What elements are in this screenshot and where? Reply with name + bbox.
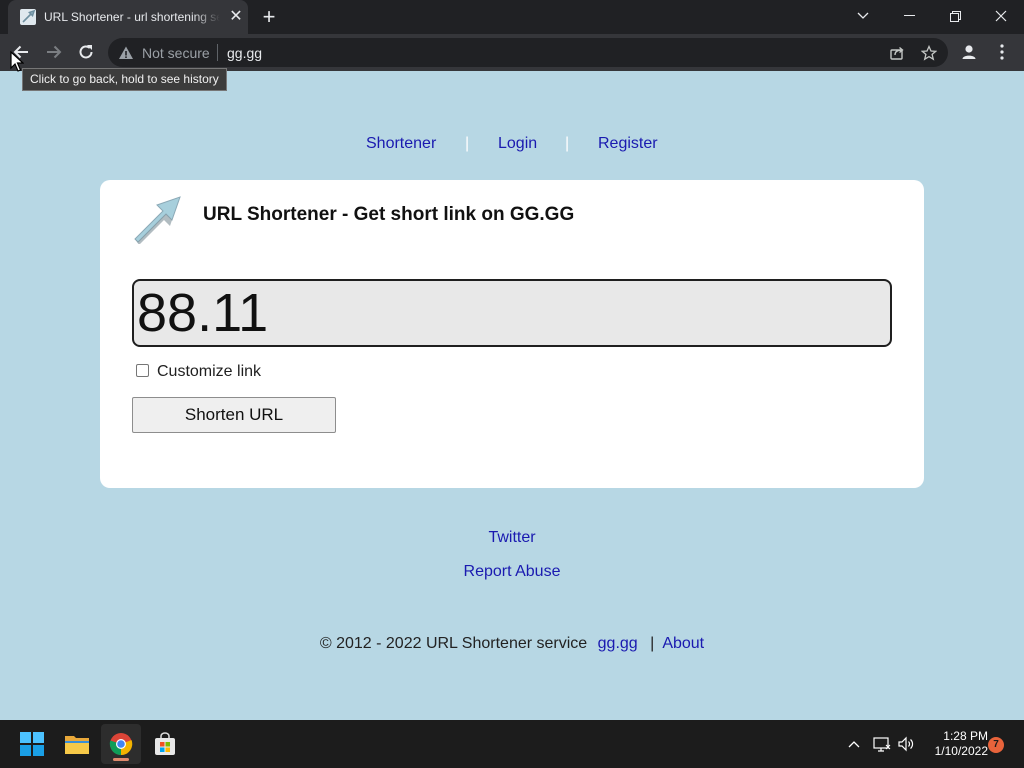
start-icon[interactable] (12, 724, 52, 764)
customize-link-label[interactable]: Customize link (157, 363, 261, 381)
nav-separator: | (465, 135, 470, 152)
url-text[interactable]: gg.gg (227, 45, 262, 61)
nav-link-shortener[interactable]: Shortener (366, 134, 436, 154)
address-bar[interactable]: Not secure gg.gg (108, 38, 948, 67)
bookmark-star-icon[interactable] (919, 43, 939, 63)
file-explorer-icon[interactable] (57, 724, 97, 764)
site-navigation: Shortener | Login | Register (0, 134, 1024, 156)
windows-taskbar (0, 720, 1024, 768)
shortener-card: URL Shortener - Get short link on GG.GG … (100, 180, 924, 488)
speaker-icon[interactable] (896, 734, 916, 754)
clock-time: 1:28 PM (943, 729, 988, 743)
twitter-link[interactable]: Twitter (488, 529, 535, 546)
restore-icon[interactable] (932, 0, 978, 32)
security-status-label[interactable]: Not secure (142, 45, 210, 61)
tab-title: URL Shortener - url shortening service (44, 10, 220, 24)
clock-date: 1/10/2022 (934, 744, 988, 758)
nav-link-register[interactable]: Register (598, 134, 658, 154)
customize-link-checkbox[interactable] (136, 364, 149, 377)
footer-twitter-row: Twitter (0, 528, 1024, 548)
tab-close-icon[interactable]: ✕ (227, 8, 245, 26)
footer-separator: | (650, 635, 655, 652)
back-button-tooltip: Click to go back, hold to see history (22, 68, 227, 91)
profile-icon[interactable] (957, 40, 981, 64)
network-icon[interactable] (872, 734, 892, 754)
mouse-cursor-icon (10, 50, 25, 77)
notification-badge[interactable]: 7 (988, 737, 1004, 753)
nav-link-login[interactable]: Login (498, 134, 537, 154)
active-app-indicator (113, 758, 129, 761)
copyright-text: © 2012 - 2022 URL Shortener service (319, 635, 588, 652)
report-abuse-link[interactable]: Report Abuse (464, 563, 561, 580)
warning-icon[interactable] (118, 45, 134, 61)
share-icon[interactable] (887, 43, 907, 63)
about-link[interactable]: About (662, 635, 704, 652)
site-link[interactable]: gg.gg (598, 635, 638, 652)
chevron-up-icon[interactable] (844, 734, 864, 754)
browser-toolbar: Not secure gg.gg (0, 34, 1024, 71)
site-favicon-icon (20, 9, 36, 25)
card-title: URL Shortener - Get short link on GG.GG (203, 204, 575, 225)
minimize-icon[interactable] (886, 0, 932, 32)
footer-report-row: Report Abuse (0, 562, 1024, 582)
menu-kebab-icon[interactable] (990, 40, 1014, 64)
browser-tab[interactable]: URL Shortener - url shortening service ✕ (8, 0, 248, 34)
browser-tab-strip: URL Shortener - url shortening service ✕… (0, 0, 1024, 34)
arrow-logo-icon (130, 194, 182, 245)
taskbar-clock[interactable]: 1:28 PM 1/10/2022 (916, 729, 988, 759)
tab-search-chevron-icon[interactable] (840, 0, 886, 32)
nav-separator: | (565, 135, 570, 152)
copyright-line: © 2012 - 2022 URL Shortener service gg.g… (0, 634, 1024, 654)
address-divider (217, 44, 218, 61)
reload-icon[interactable] (72, 38, 100, 66)
close-window-icon[interactable] (978, 0, 1024, 32)
url-input[interactable]: 88.11 (132, 279, 892, 347)
shorten-url-button[interactable]: Shorten URL (132, 397, 336, 433)
store-icon[interactable] (145, 724, 185, 764)
new-tab-icon[interactable]: + (257, 5, 281, 29)
forward-icon[interactable] (40, 38, 68, 66)
